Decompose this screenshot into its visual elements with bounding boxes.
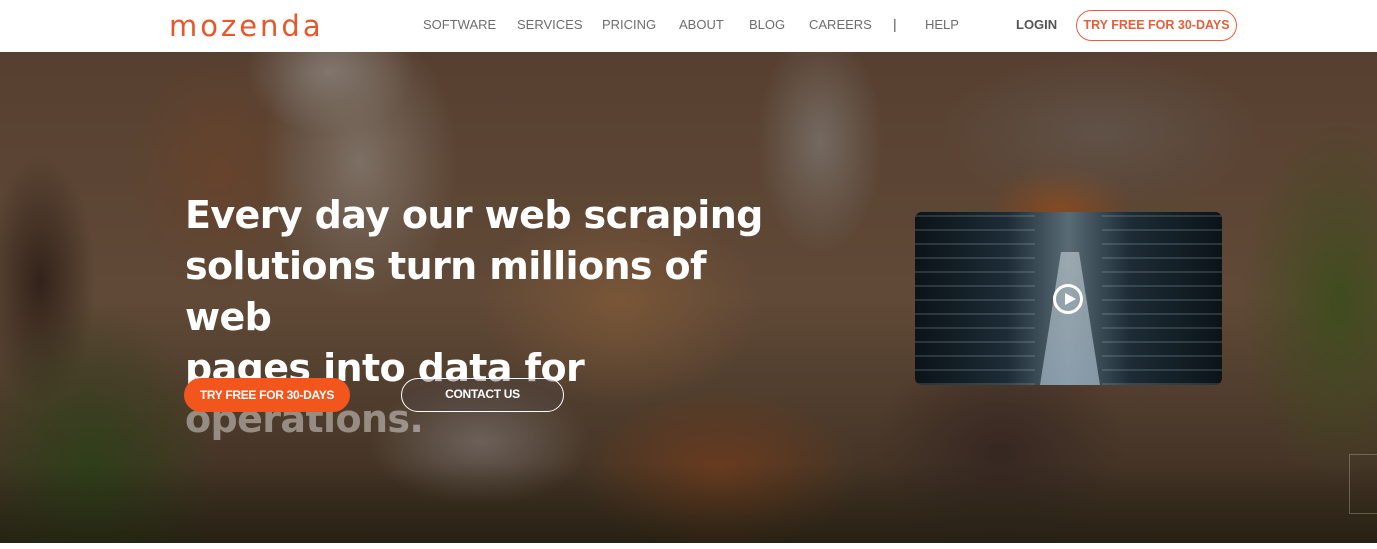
play-circle-icon[interactable] bbox=[1053, 284, 1083, 314]
headline-line-1: Every day our web scraping bbox=[185, 193, 763, 237]
nav-about[interactable]: ABOUT bbox=[679, 17, 724, 33]
header-try-free-button[interactable]: TRY FREE FOR 30-DAYS bbox=[1076, 10, 1237, 41]
nav-help[interactable]: HELP bbox=[925, 17, 959, 33]
login-link[interactable]: LOGIN bbox=[1016, 17, 1057, 32]
site-header: mozenda SOFTWARE SERVICES PRICING ABOUT … bbox=[0, 0, 1377, 52]
nav-services[interactable]: SERVICES bbox=[517, 17, 583, 33]
headline-line-2: solutions turn millions of web bbox=[185, 244, 707, 339]
side-frame-decoration bbox=[1349, 454, 1377, 514]
contact-us-button[interactable]: CONTACT US bbox=[401, 378, 564, 412]
nav-careers[interactable]: CAREERS bbox=[809, 17, 872, 33]
server-corridor bbox=[1040, 252, 1100, 385]
hero-section: Every day our web scraping solutions tur… bbox=[0, 52, 1377, 543]
nav-software[interactable]: SOFTWARE bbox=[423, 17, 496, 33]
nav-separator: | bbox=[893, 16, 897, 32]
hero-try-free-button[interactable]: TRY FREE FOR 30-DAYS bbox=[184, 378, 350, 412]
server-racks-left bbox=[915, 212, 1035, 385]
server-racks-right bbox=[1102, 212, 1222, 385]
hero-bottom-fade bbox=[0, 463, 1377, 543]
nav-blog[interactable]: BLOG bbox=[749, 17, 785, 33]
mozenda-logo[interactable]: mozenda bbox=[169, 9, 324, 43]
video-thumbnail[interactable] bbox=[915, 212, 1222, 385]
nav-pricing[interactable]: PRICING bbox=[602, 17, 656, 33]
